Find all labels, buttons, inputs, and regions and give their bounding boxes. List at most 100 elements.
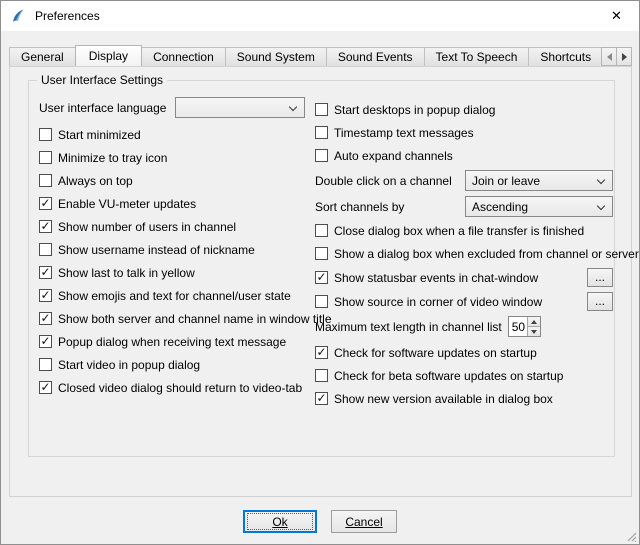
statusbar-events-more-button[interactable]: ...	[587, 268, 613, 287]
group-title: User Interface Settings	[37, 73, 167, 87]
checkbox-minimize-to-tray[interactable]: ✓ Minimize to tray icon	[39, 149, 315, 166]
checkbox-box[interactable]: ✓	[315, 103, 328, 116]
tab-label: Text To Speech	[436, 50, 518, 64]
checkbox-window-title[interactable]: ✓ Show both server and channel name in w…	[39, 310, 315, 327]
check-icon: ✓	[40, 220, 50, 232]
checkbox-timestamp-messages[interactable]: ✓ Timestamp text messages	[315, 124, 613, 141]
checkbox-label: Show emojis and text for channel/user st…	[58, 289, 291, 303]
title-bar[interactable]: Preferences ✕	[1, 1, 639, 31]
tab-bar: General Display Connection Sound System …	[9, 45, 601, 66]
check-icon: ✓	[316, 271, 326, 283]
checkbox-auto-expand-channels[interactable]: ✓ Auto expand channels	[315, 147, 613, 164]
checkbox-statusbar-events[interactable]: ✓ Show statusbar events in chat-window .…	[315, 268, 613, 287]
checkbox-check-beta-updates[interactable]: ✓ Check for beta software updates on sta…	[315, 367, 613, 384]
checkbox-box[interactable]: ✓	[39, 128, 52, 141]
arrow-right-icon	[622, 53, 627, 61]
checkbox-label: Start desktops in popup dialog	[334, 103, 495, 117]
checkbox-box[interactable]: ✓	[315, 346, 328, 359]
check-icon: ✓	[40, 197, 50, 209]
checkbox-box[interactable]: ✓	[39, 243, 52, 256]
chevron-down-icon	[597, 176, 605, 184]
preferences-dialog: Preferences ✕ General Display Connection…	[0, 0, 640, 545]
checkbox-box[interactable]: ✓	[39, 358, 52, 371]
checkbox-label: Check for beta software updates on start…	[334, 369, 563, 383]
dialog-footer: Ok Cancel	[1, 510, 639, 533]
cancel-button[interactable]: Cancel	[331, 510, 397, 533]
arrow-up-icon	[531, 320, 537, 324]
checkbox-popup-text-message[interactable]: ✓ Popup dialog when receiving text messa…	[39, 333, 315, 350]
checkbox-show-user-count[interactable]: ✓ Show number of users in channel	[39, 218, 315, 235]
checkbox-video-popup[interactable]: ✓ Start video in popup dialog	[39, 356, 315, 373]
checkbox-label: Show number of users in channel	[58, 220, 236, 234]
tab-label: Shortcuts	[540, 50, 591, 64]
close-button[interactable]: ✕	[594, 1, 639, 31]
checkbox-label: Show a dialog box when excluded from cha…	[334, 247, 639, 261]
double-click-label: Double click on a channel	[315, 174, 452, 188]
checkbox-box[interactable]: ✓	[315, 247, 328, 260]
checkbox-box[interactable]: ✓	[39, 266, 52, 279]
tab-scroll-right-button[interactable]	[616, 47, 632, 66]
checkbox-box[interactable]: ✓	[39, 335, 52, 348]
checkbox-desktops-popup[interactable]: ✓ Start desktops in popup dialog	[315, 101, 613, 118]
checkbox-box[interactable]: ✓	[315, 392, 328, 405]
chevron-down-icon	[289, 103, 297, 111]
checkbox-last-to-talk[interactable]: ✓ Show last to talk in yellow	[39, 264, 315, 281]
language-label: User interface language	[39, 101, 175, 115]
sort-channels-row: Sort channels by Ascending	[315, 196, 613, 217]
tab-general[interactable]: General	[9, 47, 76, 66]
tab-display[interactable]: Display	[75, 45, 142, 66]
checkbox-box[interactable]: ✓	[39, 151, 52, 164]
language-combobox[interactable]	[175, 97, 305, 118]
max-text-length-label: Maximum text length in channel list	[315, 320, 502, 334]
combobox-value: Ascending	[472, 200, 528, 214]
check-icon: ✓	[40, 266, 50, 278]
tab-scroll-left-button[interactable]	[601, 47, 617, 66]
checkbox-show-emojis[interactable]: ✓ Show emojis and text for channel/user …	[39, 287, 315, 304]
checkbox-box[interactable]: ✓	[39, 220, 52, 233]
checkbox-check-updates[interactable]: ✓ Check for software updates on startup	[315, 344, 613, 361]
checkbox-enable-vu-meter[interactable]: ✓ Enable VU-meter updates	[39, 195, 315, 212]
max-text-length-spinner[interactable]: 50	[508, 316, 541, 337]
spinner-value[interactable]: 50	[509, 317, 527, 336]
checkbox-box[interactable]: ✓	[315, 369, 328, 382]
checkbox-label: Always on top	[58, 174, 133, 188]
checkbox-box[interactable]: ✓	[315, 295, 328, 308]
checkbox-close-on-file-transfer[interactable]: ✓ Close dialog box when a file transfer …	[315, 222, 613, 239]
checkbox-show-username[interactable]: ✓ Show username instead of nickname	[39, 241, 315, 258]
checkbox-box[interactable]: ✓	[315, 126, 328, 139]
spin-down-button[interactable]	[528, 326, 540, 336]
video-source-more-button[interactable]: ...	[587, 292, 613, 311]
checkbox-label: Start minimized	[58, 128, 141, 142]
double-click-combobox[interactable]: Join or leave	[465, 170, 613, 191]
sort-channels-combobox[interactable]: Ascending	[465, 196, 613, 217]
checkbox-box[interactable]: ✓	[39, 174, 52, 187]
checkbox-new-version-dialog[interactable]: ✓ Show new version available in dialog b…	[315, 390, 613, 407]
right-column: ✓ Start desktops in popup dialog ✓ Times…	[315, 101, 613, 413]
checkbox-box[interactable]: ✓	[315, 271, 328, 284]
tab-sound-system[interactable]: Sound System	[225, 47, 327, 66]
tab-label: General	[21, 50, 64, 64]
check-icon: ✓	[40, 289, 50, 301]
checkbox-box[interactable]: ✓	[39, 197, 52, 210]
tab-connection[interactable]: Connection	[141, 47, 226, 66]
checkbox-box[interactable]: ✓	[315, 149, 328, 162]
checkbox-video-source-corner[interactable]: ✓ Show source in corner of video window …	[315, 292, 613, 311]
check-icon: ✓	[40, 335, 50, 347]
spin-up-button[interactable]	[528, 317, 540, 326]
checkbox-box[interactable]: ✓	[315, 224, 328, 237]
checkbox-box[interactable]: ✓	[39, 381, 52, 394]
checkbox-closed-video-return[interactable]: ✓ Closed video dialog should return to v…	[39, 379, 315, 396]
spinner-arrows	[527, 317, 540, 336]
checkbox-always-on-top[interactable]: ✓ Always on top	[39, 172, 315, 189]
checkbox-start-minimized[interactable]: ✓ Start minimized	[39, 126, 315, 143]
ok-button[interactable]: Ok	[243, 510, 317, 533]
checkbox-dialog-when-excluded[interactable]: ✓ Show a dialog box when excluded from c…	[315, 245, 613, 262]
check-icon: ✓	[316, 346, 326, 358]
checkbox-box[interactable]: ✓	[39, 312, 52, 325]
checkbox-label: Timestamp text messages	[334, 126, 474, 140]
tab-shortcuts[interactable]: Shortcuts	[528, 47, 601, 66]
checkbox-box[interactable]: ✓	[39, 289, 52, 302]
tab-sound-events[interactable]: Sound Events	[326, 47, 425, 66]
chevron-down-icon	[597, 202, 605, 210]
tab-text-to-speech[interactable]: Text To Speech	[424, 47, 530, 66]
